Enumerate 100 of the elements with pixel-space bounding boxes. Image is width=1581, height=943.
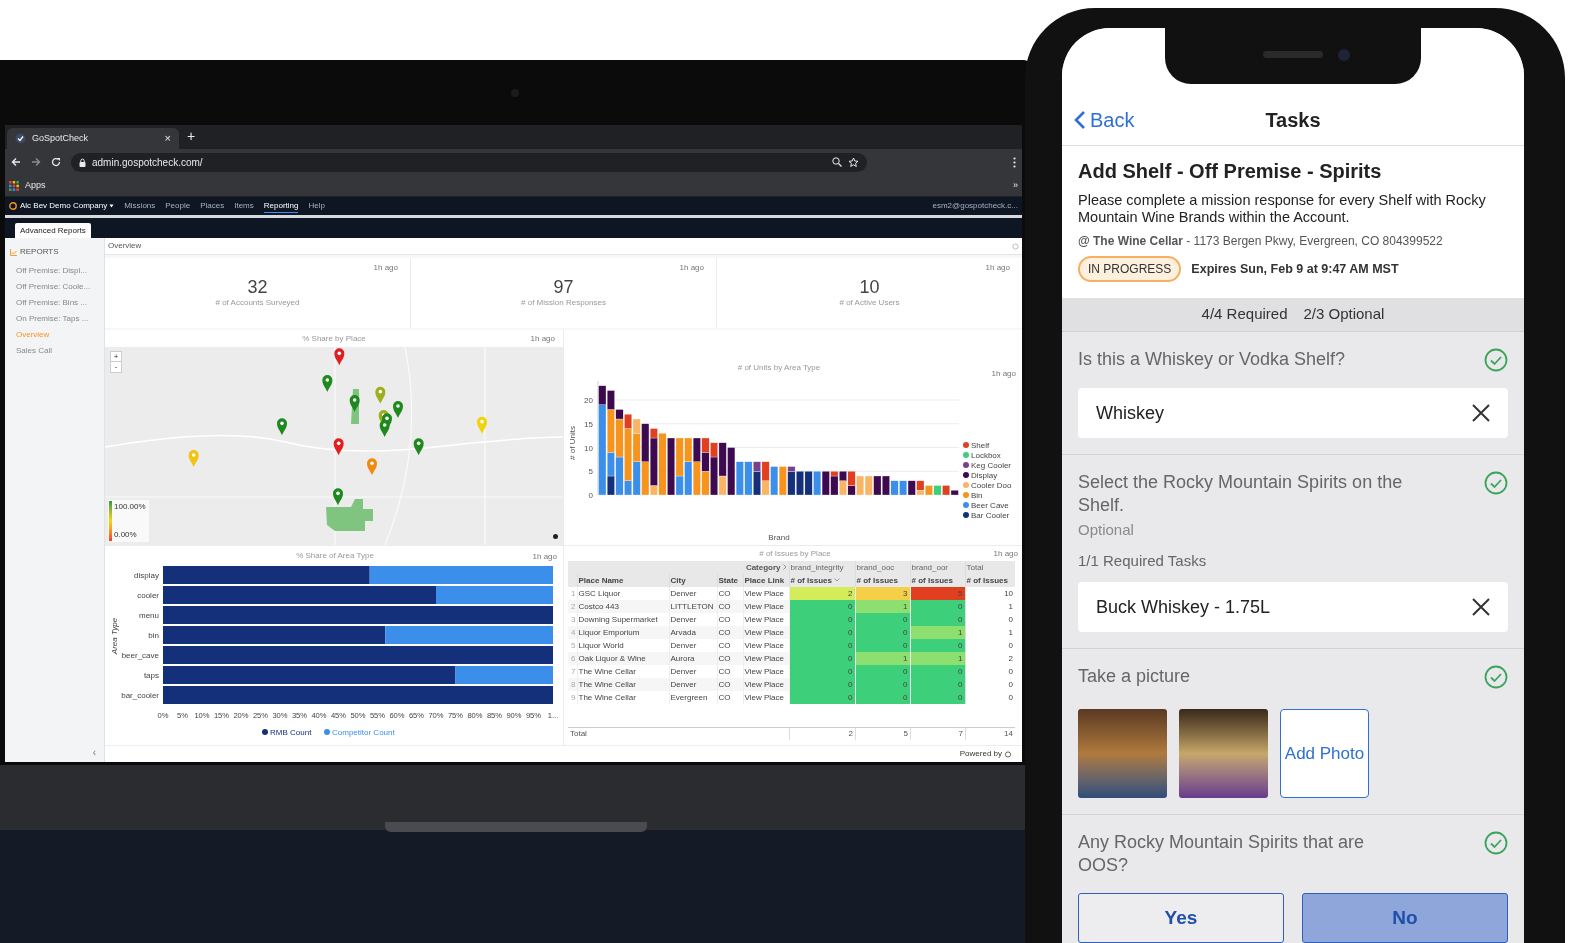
kpi-value: 10 — [859, 277, 880, 297]
axis-tick-label: cooler — [137, 591, 159, 600]
choice-button[interactable]: Yes — [1078, 893, 1284, 943]
legend-label: 100.00% — [114, 501, 146, 513]
nav-link[interactable]: People — [165, 200, 191, 212]
back-button[interactable]: Back — [1074, 105, 1135, 135]
axis-tick-label: taps — [143, 671, 159, 680]
heat-cell: 0 — [789, 626, 856, 639]
user-email[interactable]: esm2@gospotcheck.c... — [932, 200, 1018, 212]
heat-cell: 0 — [910, 665, 966, 678]
legend-label: 0.00% — [114, 529, 138, 541]
bookmark-link[interactable]: Apps — [9, 178, 46, 193]
zoom-out-button[interactable]: - — [111, 362, 121, 372]
zoom-in-button[interactable]: + — [111, 352, 121, 362]
heat-cell: 0 — [789, 678, 856, 691]
table-cell: The Wine Cellar — [577, 691, 669, 704]
sidebar-item[interactable]: Sales Call — [10, 345, 104, 357]
heat-cell: 0 — [855, 691, 911, 704]
heat-cell: 0 — [910, 613, 966, 626]
speaker-icon — [1263, 51, 1323, 58]
zoom-icon — [832, 157, 842, 167]
legend-label: Keg Cooler — [971, 461, 1012, 470]
heat-cell: 0 — [789, 639, 856, 652]
heat-cell: 0 — [855, 665, 911, 678]
photo-placeholder[interactable] — [1078, 709, 1167, 798]
bar-segment — [873, 475, 882, 496]
nav-link[interactable]: Items — [234, 200, 254, 212]
table-header-cell: brand_oor — [910, 561, 966, 574]
table-header-cell: brand_integrity — [789, 561, 856, 574]
bar-segment — [735, 461, 744, 496]
legend-label: Shelf — [971, 441, 990, 450]
legend-label: Beer Cave — [971, 501, 1009, 510]
heat-cell: 3 — [855, 587, 911, 600]
axis-tick-label: 5 — [588, 467, 593, 477]
optional-label: Optional — [1078, 520, 1135, 540]
kpi-label: # of Accounts Surveyed — [215, 297, 300, 309]
progress-text: 2/3 Optional — [1303, 304, 1385, 325]
heat-cell: 0 — [855, 678, 911, 691]
legend-label: Cooler Doo — [971, 481, 1012, 490]
row-number: 2 — [568, 600, 577, 613]
heat-cell: 0 — [789, 665, 856, 678]
nav-link[interactable]: Help — [308, 200, 325, 212]
screen-title: Tasks — [1265, 108, 1321, 133]
heat-cell: 1 — [910, 626, 966, 639]
answer-field[interactable]: Whiskey — [1078, 388, 1508, 438]
heat-cell: 2 — [789, 587, 856, 600]
star-icon — [848, 156, 859, 168]
table-cell: 7 — [910, 728, 965, 740]
browser-tab[interactable]: GoSpotCheck × — [7, 128, 179, 149]
nav-link[interactable]: Missions — [124, 200, 156, 212]
answer-field[interactable]: Buck Whiskey - 1.75L — [1078, 582, 1508, 632]
legend-label: Lockbox — [971, 451, 1001, 460]
sidebar-item[interactable]: On Premise: Taps ... — [10, 313, 104, 325]
heat-cell: 0 — [910, 691, 966, 704]
more-bookmarks-button[interactable]: » — [1013, 178, 1018, 193]
row-number: 4 — [568, 626, 577, 639]
close-icon — [1472, 598, 1490, 616]
table-cell-text: Total — [569, 728, 588, 740]
sidebar-item[interactable]: Off Premise: Displ... — [10, 265, 104, 277]
axis-tick-label: 15 — [584, 419, 593, 429]
new-tab-button[interactable]: + — [187, 126, 196, 147]
chart-title: % Share by Place — [302, 332, 366, 345]
legend-label: Display — [971, 471, 998, 480]
table-cell: 5 — [855, 728, 910, 740]
add-photo-button[interactable]: Add Photo — [1280, 709, 1369, 798]
url-text: admin.gospotcheck.com/ — [92, 155, 204, 170]
heat-cell: 0 — [789, 652, 856, 665]
report-tab[interactable]: Advanced Reports — [15, 223, 91, 238]
info-icon — [553, 534, 558, 539]
row-number: 9 — [568, 691, 577, 704]
row-number: 5 — [568, 639, 577, 652]
address-bar[interactable]: admin.gospotcheck.com/ — [71, 152, 867, 172]
status-badge: IN PROGRESS — [1078, 256, 1182, 282]
heat-cell: 0 — [789, 600, 856, 613]
bar-segment — [890, 480, 899, 496]
question-text: Take a picture — [1078, 665, 1192, 688]
close-tab-button[interactable]: × — [164, 130, 171, 147]
axis-tick-label: beer_cave — [121, 651, 159, 660]
bar-segment — [804, 471, 813, 496]
nav-link[interactable]: Places — [200, 200, 225, 212]
close-icon — [1472, 404, 1490, 422]
nav-link[interactable]: Reporting — [263, 199, 299, 213]
photo-placeholder[interactable] — [1179, 709, 1268, 798]
caret-icon — [109, 204, 115, 208]
chart-icon — [10, 248, 17, 256]
kpi-label: # of Active Users — [839, 297, 900, 309]
heat-cell: 0 — [855, 639, 911, 652]
tab-title: GoSpotCheck — [32, 131, 90, 145]
sidebar-item[interactable]: Off Premise: Bins ... — [10, 297, 104, 309]
axis-title: # of Units — [568, 426, 577, 460]
table-header-cell: Category — [745, 562, 781, 572]
table-cell: 2 — [789, 728, 855, 740]
table-cell: 0 — [965, 678, 1016, 691]
table-cell: 0 — [965, 639, 1016, 652]
company-dropdown[interactable]: Alc Bev Demo Company — [20, 200, 115, 212]
axis-tick-label: 10 — [584, 443, 593, 453]
table-cell: 14 — [965, 728, 1015, 740]
required-count: 1/1 Required Tasks — [1078, 550, 1208, 571]
progress-text: 4/4 Required — [1201, 304, 1288, 325]
sidebar-item[interactable]: Off Premise: Coole... — [10, 281, 104, 293]
